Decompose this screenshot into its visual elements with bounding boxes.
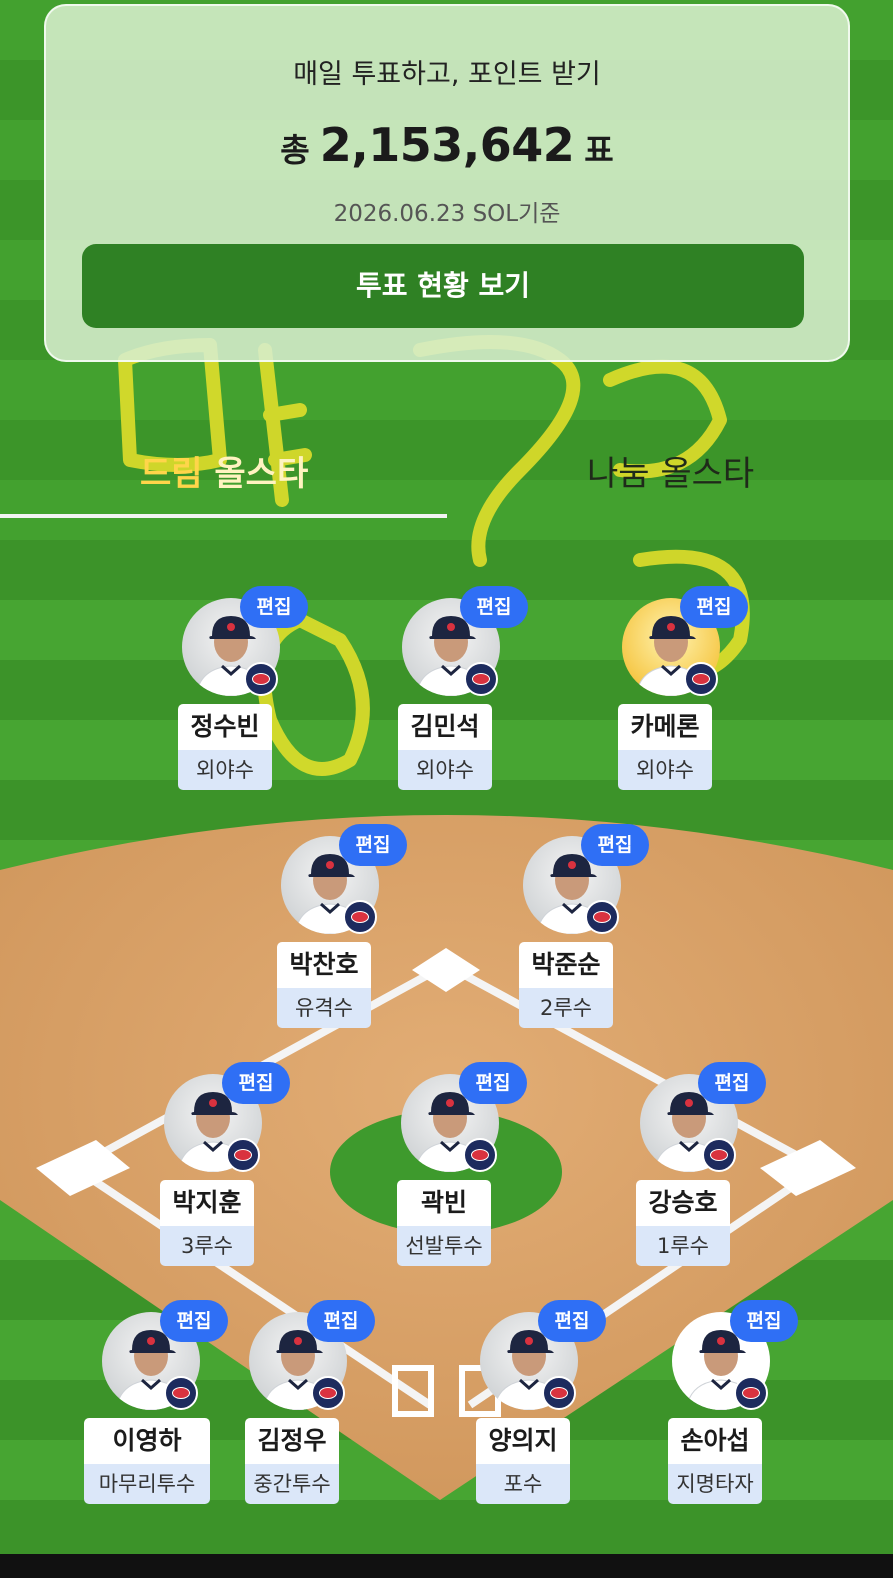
player-card-outfield-right[interactable]: 편집 카메론 외야수	[618, 586, 748, 808]
player-position: 유격수	[277, 988, 371, 1028]
player-name: 박찬호	[277, 942, 371, 988]
player-position: 외야수	[178, 750, 272, 790]
team-logo-icon	[734, 1376, 768, 1410]
player-name: 카메론	[618, 704, 712, 750]
tab-dream-highlight: 드림	[140, 454, 203, 494]
player-name: 양의지	[476, 1418, 570, 1464]
player-name: 곽빈	[397, 1180, 491, 1226]
player-card-shortstop[interactable]: 편집 박찬호 유격수	[277, 824, 407, 1046]
team-logo-icon	[226, 1138, 260, 1172]
vote-total: 총 2,153,642 표	[46, 118, 848, 172]
player-position: 지명타자	[668, 1464, 762, 1504]
player-name: 정수빈	[178, 704, 272, 750]
player-card-catcher[interactable]: 편집 양의지 포수	[476, 1300, 606, 1522]
vote-date: 2026.06.23 SOL기준	[333, 201, 561, 227]
vote-summary-card: 매일 투표하고, 포인트 받기 총 2,153,642 표 2026.06.23 S…	[44, 4, 850, 362]
edit-button[interactable]: 편집	[680, 586, 748, 628]
player-position: 외야수	[398, 750, 492, 790]
team-logo-icon	[463, 1138, 497, 1172]
player-card-closer[interactable]: 편집 이영하 마무리투수	[84, 1300, 228, 1522]
player-position: 선발투수	[397, 1226, 491, 1266]
edit-button[interactable]: 편집	[339, 824, 407, 866]
vote-total-prefix: 총	[280, 131, 310, 169]
edit-button[interactable]: 편집	[581, 824, 649, 866]
player-name: 박지훈	[160, 1180, 254, 1226]
team-logo-icon	[311, 1376, 345, 1410]
player-name: 이영하	[84, 1418, 210, 1464]
team-logo-icon	[244, 662, 278, 696]
team-logo-icon	[164, 1376, 198, 1410]
edit-button[interactable]: 편집	[307, 1300, 375, 1342]
player-name: 김정우	[245, 1418, 339, 1464]
player-position: 외야수	[618, 750, 712, 790]
edit-button[interactable]: 편집	[240, 586, 308, 628]
team-logo-icon	[343, 900, 377, 934]
player-position: 중간투수	[245, 1464, 339, 1504]
player-card-outfield-center[interactable]: 편집 김민석 외야수	[398, 586, 528, 808]
player-card-second-base[interactable]: 편집 박준순 2루수	[519, 824, 649, 1046]
vote-total-suffix: 표	[584, 131, 614, 169]
vote-subtitle: 매일 투표하고, 포인트 받기	[293, 59, 601, 90]
player-position: 1루수	[636, 1226, 730, 1266]
edit-button[interactable]: 편집	[698, 1062, 766, 1104]
player-position: 마무리투수	[84, 1464, 210, 1504]
player-name: 김민석	[398, 704, 492, 750]
tab-dream-allstar[interactable]: 드림 올스타	[140, 446, 308, 495]
team-logo-icon	[684, 662, 718, 696]
vote-status-button[interactable]: 투표 현황 보기	[82, 244, 804, 328]
edit-button[interactable]: 편집	[538, 1300, 606, 1342]
team-logo-icon	[702, 1138, 736, 1172]
tab-dream-rest: 올스타	[202, 454, 309, 494]
player-card-middle-reliever[interactable]: 편집 김정우 중간투수	[245, 1300, 375, 1522]
player-card-first-base[interactable]: 편집 강승호 1루수	[636, 1062, 766, 1284]
player-position: 포수	[476, 1464, 570, 1504]
bottom-bar	[0, 1554, 893, 1578]
edit-button[interactable]: 편집	[460, 586, 528, 628]
edit-button[interactable]: 편집	[730, 1300, 798, 1342]
player-name: 박준순	[519, 942, 613, 988]
player-name: 손아섭	[668, 1418, 762, 1464]
edit-button[interactable]: 편집	[459, 1062, 527, 1104]
tab-nanum-allstar[interactable]: 나눔 올스타	[587, 446, 754, 495]
edit-button[interactable]: 편집	[222, 1062, 290, 1104]
edit-button[interactable]: 편집	[160, 1300, 228, 1342]
vote-total-value: 2,153,642	[319, 118, 575, 172]
player-name: 강승호	[636, 1180, 730, 1226]
player-card-outfield-left[interactable]: 편집 정수빈 외야수	[178, 586, 308, 808]
player-card-starting-pitcher[interactable]: 편집 곽빈 선발투수	[397, 1062, 527, 1284]
active-tab-indicator	[0, 514, 447, 518]
team-logo-icon	[585, 900, 619, 934]
team-logo-icon	[464, 662, 498, 696]
team-logo-icon	[542, 1376, 576, 1410]
player-position: 2루수	[519, 988, 613, 1028]
player-card-third-base[interactable]: 편집 박지훈 3루수	[160, 1062, 290, 1284]
player-position: 3루수	[160, 1226, 254, 1266]
player-card-designated-hitter[interactable]: 편집 손아섭 지명타자	[668, 1300, 798, 1522]
